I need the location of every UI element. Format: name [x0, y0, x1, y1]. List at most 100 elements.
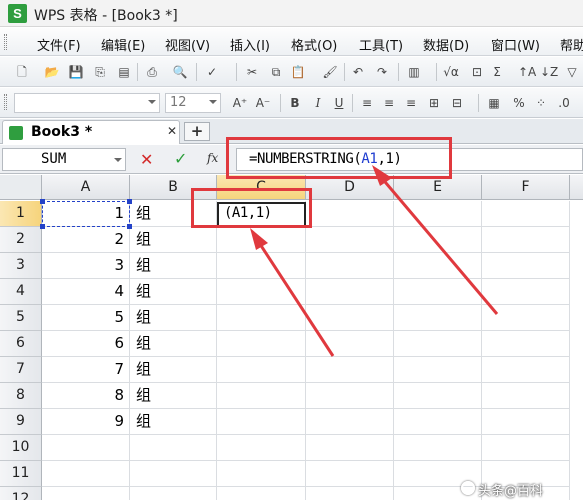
- cell-e10[interactable]: [394, 435, 482, 461]
- cell-f7[interactable]: [482, 357, 570, 383]
- cancel-edit-button[interactable]: ✕: [140, 150, 153, 169]
- cell-e2[interactable]: [394, 227, 482, 253]
- menu-insert[interactable]: 插入(I): [230, 35, 270, 54]
- column-header-c[interactable]: C: [217, 175, 306, 200]
- cell-a1[interactable]: 1: [42, 201, 130, 227]
- open-folder-icon[interactable]: 📂: [44, 63, 60, 81]
- cell-d7[interactable]: [306, 357, 394, 383]
- cell-f6[interactable]: [482, 331, 570, 357]
- row-header-5[interactable]: 5: [0, 305, 42, 331]
- cut-icon[interactable]: ✂: [244, 63, 260, 81]
- cell-f2[interactable]: [482, 227, 570, 253]
- cell-b8[interactable]: 组: [130, 383, 217, 409]
- cell-e8[interactable]: [394, 383, 482, 409]
- row-header-8[interactable]: 8: [0, 383, 42, 409]
- cell-b9[interactable]: 组: [130, 409, 217, 435]
- formula-input[interactable]: =NUMBERSTRING(A1,1): [236, 148, 583, 171]
- autosum-icon[interactable]: Σ: [489, 63, 505, 81]
- paste-icon[interactable]: 📋: [290, 63, 306, 81]
- cell-d4[interactable]: [306, 279, 394, 305]
- chevron-down-icon[interactable]: [114, 158, 122, 162]
- cell-e4[interactable]: [394, 279, 482, 305]
- cell-d8[interactable]: [306, 383, 394, 409]
- menu-edit[interactable]: 编辑(E): [101, 35, 145, 54]
- cell-f4[interactable]: [482, 279, 570, 305]
- cell-a11[interactable]: [42, 461, 130, 487]
- row-header-9[interactable]: 9: [0, 409, 42, 435]
- cell-f5[interactable]: [482, 305, 570, 331]
- cell-a10[interactable]: [42, 435, 130, 461]
- spreadsheet-grid[interactable]: A B C D E F 1 2 3 4 5 6 7 8 9 10 11 12 1…: [0, 175, 583, 500]
- menu-window[interactable]: 窗口(W): [491, 35, 540, 54]
- cell-f3[interactable]: [482, 253, 570, 279]
- row-header-3[interactable]: 3: [0, 253, 42, 279]
- cell-d2[interactable]: [306, 227, 394, 253]
- decimal-format-icon[interactable]: ⁘: [533, 94, 549, 112]
- cell-f8[interactable]: [482, 383, 570, 409]
- menu-view[interactable]: 视图(V): [165, 35, 210, 54]
- cell-c1[interactable]: (A1,1): [217, 201, 306, 227]
- cell-a5[interactable]: 5: [42, 305, 130, 331]
- cell-b7[interactable]: 组: [130, 357, 217, 383]
- copy-icon[interactable]: ⧉: [268, 63, 284, 81]
- confirm-edit-button[interactable]: ✓: [174, 149, 187, 168]
- column-header-d[interactable]: D: [306, 175, 394, 200]
- cell-c10[interactable]: [217, 435, 306, 461]
- cell-b6[interactable]: 组: [130, 331, 217, 357]
- cell-d10[interactable]: [306, 435, 394, 461]
- sort-ascending-icon[interactable]: ↑A: [518, 63, 536, 81]
- export-pdf-icon[interactable]: ▤: [116, 63, 132, 81]
- menu-tools[interactable]: 工具(T): [359, 35, 403, 54]
- row-header-6[interactable]: 6: [0, 331, 42, 357]
- cell-b2[interactable]: 组: [130, 227, 217, 253]
- wrap-text-icon[interactable]: ⊟: [449, 94, 465, 112]
- chevron-down-icon[interactable]: [209, 100, 217, 104]
- currency-format-icon[interactable]: ▦: [486, 94, 502, 112]
- select-all-corner[interactable]: [0, 175, 42, 200]
- underline-button[interactable]: U: [331, 94, 347, 112]
- row-header-12[interactable]: 12: [0, 487, 42, 500]
- cell-c6[interactable]: [217, 331, 306, 357]
- name-box[interactable]: SUM: [2, 148, 126, 171]
- cell-f1[interactable]: [482, 201, 570, 227]
- cell-d12[interactable]: [306, 487, 394, 500]
- cell-d1[interactable]: [306, 201, 394, 227]
- column-header-b[interactable]: B: [130, 175, 217, 200]
- menu-format[interactable]: 格式(O): [291, 35, 337, 54]
- menu-help[interactable]: 帮助: [560, 35, 583, 54]
- save-as-icon[interactable]: ⎘: [92, 63, 108, 81]
- new-tab-button[interactable]: +: [184, 122, 210, 141]
- cell-a4[interactable]: 4: [42, 279, 130, 305]
- cell-c8[interactable]: [217, 383, 306, 409]
- merge-center-icon[interactable]: ⊞: [426, 94, 442, 112]
- cell-f10[interactable]: [482, 435, 570, 461]
- undo-icon[interactable]: ↶: [350, 63, 366, 81]
- cell-c12[interactable]: [217, 487, 306, 500]
- column-header-e[interactable]: E: [394, 175, 482, 200]
- column-header-g[interactable]: [570, 175, 583, 200]
- bold-button[interactable]: B: [287, 94, 303, 112]
- filter-icon[interactable]: ▽: [564, 63, 580, 81]
- print-icon[interactable]: ⎙: [144, 63, 160, 81]
- row-header-7[interactable]: 7: [0, 357, 42, 383]
- cell-f9[interactable]: [482, 409, 570, 435]
- spell-check-icon[interactable]: ✓: [204, 63, 220, 81]
- increase-decimal-icon[interactable]: .0: [556, 94, 572, 112]
- print-preview-icon[interactable]: 🔍: [172, 63, 188, 81]
- cell-e9[interactable]: [394, 409, 482, 435]
- save-icon[interactable]: 💾: [68, 63, 84, 81]
- cell-c7[interactable]: [217, 357, 306, 383]
- cell-b4[interactable]: 组: [130, 279, 217, 305]
- menu-data[interactable]: 数据(D): [423, 35, 469, 54]
- font-name-select[interactable]: [14, 93, 160, 113]
- cell-b11[interactable]: [130, 461, 217, 487]
- cell-e5[interactable]: [394, 305, 482, 331]
- decrease-font-icon[interactable]: A⁻: [255, 94, 271, 112]
- insert-function-button[interactable]: fx: [207, 151, 218, 165]
- align-left-icon[interactable]: ≡: [359, 94, 375, 112]
- cell-c9[interactable]: [217, 409, 306, 435]
- close-icon[interactable]: ✕: [167, 124, 177, 138]
- row-column-icon[interactable]: ▥: [406, 63, 422, 81]
- font-size-select[interactable]: 12: [165, 93, 221, 113]
- cell-a9[interactable]: 9: [42, 409, 130, 435]
